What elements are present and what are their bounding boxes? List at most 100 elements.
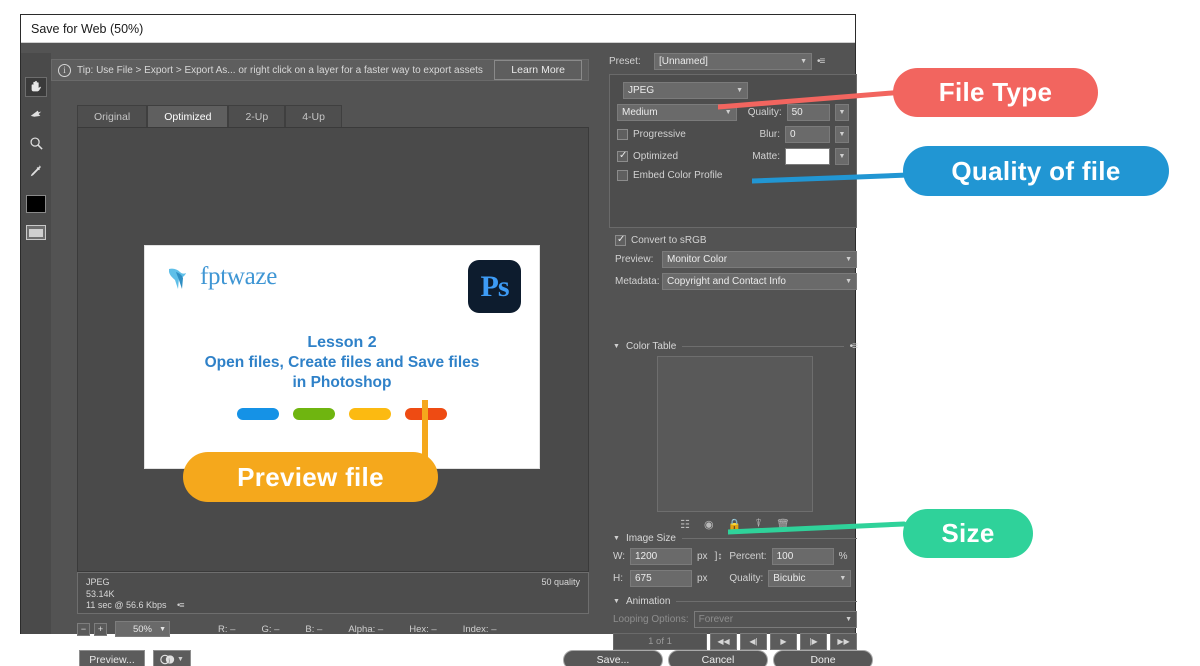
percent-unit: % — [838, 551, 848, 562]
zoom-level-select[interactable]: 50% ▼ — [115, 621, 170, 637]
matte-dropdown[interactable]: ▼ — [835, 148, 849, 165]
toggle-slices-visibility-icon[interactable] — [26, 225, 46, 240]
preset-panel-menu-icon[interactable]: •≡ — [817, 56, 825, 67]
info-icon: i — [58, 63, 71, 77]
progressive-row: Progressive Blur: 0 ▼ — [617, 126, 849, 143]
learn-more-button[interactable]: Learn More — [494, 60, 582, 80]
info-quality: 50 quality — [541, 577, 580, 587]
preview-button[interactable]: Preview... — [79, 650, 145, 666]
divider — [681, 538, 857, 539]
metadata-row: Metadata: Copyright and Contact Info ▼ — [615, 273, 857, 290]
height-unit: px — [697, 573, 708, 584]
resample-quality-value: Bicubic — [773, 573, 806, 584]
width-input[interactable]: 1200 — [630, 548, 692, 565]
pill-yellow — [349, 408, 391, 420]
browser-select-button[interactable]: i ▼ — [153, 650, 191, 666]
pill-green — [293, 408, 335, 420]
callout-file-type: File Type — [893, 68, 1098, 117]
zoom-in-button[interactable]: + — [94, 622, 107, 636]
dialog-titlebar: Save for Web (50%) — [21, 15, 855, 43]
preview-canvas[interactable]: fptwaze Ps Lesson 2 Open files, Create f… — [77, 127, 589, 572]
chevron-down-icon[interactable]: ▼ — [613, 535, 620, 542]
preview-file-leader-line — [422, 400, 428, 460]
animation-title: Animation — [625, 596, 671, 607]
info-format: JPEG — [86, 577, 110, 587]
chevron-down-icon: ▼ — [845, 256, 852, 263]
percent-value: 100 — [776, 551, 794, 562]
convert-to-srgb-checkbox[interactable] — [615, 234, 626, 246]
tip-bar: i Tip: Use File > Export > Export As... … — [51, 59, 589, 81]
animation-panel: ▼ Animation Looping Options: Forever ▼ 1… — [613, 596, 857, 650]
width-unit: px — [697, 551, 708, 562]
height-input[interactable]: 675 — [630, 570, 692, 587]
convert-srgb-row: Convert to sRGB — [615, 234, 857, 246]
metadata-value: Copyright and Contact Info — [667, 276, 786, 287]
matte-label: Matte: — [752, 151, 780, 162]
resample-quality-select[interactable]: Bicubic ▼ — [768, 570, 852, 587]
readout-b: B: – — [305, 623, 323, 635]
matte-color-swatch[interactable] — [785, 148, 830, 165]
animation-header: ▼ Animation — [613, 596, 857, 607]
info-menu-icon[interactable]: •≡ — [177, 600, 184, 612]
image-size-title: Image Size — [625, 533, 676, 544]
preset-select[interactable]: [Unnamed] ▼ — [654, 53, 812, 70]
color-table-menu-icon[interactable]: •≡ — [850, 341, 858, 352]
last-frame-button[interactable]: ▶▶ — [830, 633, 857, 650]
zoom-tool-icon[interactable] — [25, 133, 47, 153]
tab-original[interactable]: Original — [77, 105, 148, 127]
embed-color-profile-checkbox[interactable] — [617, 170, 628, 181]
zoom-out-button[interactable]: − — [77, 622, 90, 636]
metadata-label: Metadata: — [615, 276, 660, 287]
percent-input[interactable]: 100 — [771, 548, 834, 565]
optimization-info: JPEG 53.14K 11 sec @ 56.6 Kbps •≡ 50 qua… — [77, 572, 589, 614]
next-frame-button[interactable]: |▶ — [800, 633, 827, 650]
color-table-swatches[interactable] — [657, 356, 813, 512]
readout-alpha: Alpha: – — [348, 623, 384, 635]
chevron-down-icon: ▼ — [839, 575, 847, 582]
tab-4up[interactable]: 4-Up — [285, 105, 342, 127]
color-management-group: Convert to sRGB Preview: Monitor Color ▼… — [615, 234, 857, 295]
color-table-panel: ▼ Color Table •≡ ☷ ◉ 🔒 ⍒ 🗑 — [613, 341, 858, 531]
file-format-value: JPEG — [628, 85, 655, 96]
tab-optimized[interactable]: Optimized — [147, 105, 229, 127]
done-button[interactable]: Done — [773, 650, 873, 666]
embed-color-profile-label: Embed Color Profile — [633, 170, 723, 181]
settings-panel: Preset: [Unnamed] ▼ •≡ JPEG ▼ Medium ▼ Q… — [609, 53, 858, 650]
preview-label: Preview: — [615, 254, 654, 265]
chevron-down-icon: ▼ — [159, 625, 166, 633]
eyedropper-tool-icon[interactable] — [25, 161, 47, 181]
save-button[interactable]: Save... — [563, 650, 663, 666]
blur-stepper[interactable]: ▼ — [835, 126, 849, 143]
quantize-icon[interactable]: ☷ — [680, 518, 690, 531]
play-button[interactable]: ▶ — [770, 633, 797, 650]
metadata-select[interactable]: Copyright and Contact Info ▼ — [662, 273, 857, 290]
blur-value: 0 — [790, 129, 796, 140]
size-leader-line — [728, 521, 907, 535]
foreground-color-swatch[interactable] — [26, 195, 46, 213]
readout-r: R: – — [218, 623, 236, 635]
first-frame-button[interactable]: ◀◀ — [710, 633, 737, 650]
preview-color-select[interactable]: Monitor Color ▼ — [662, 251, 857, 268]
quality-preset-value: Medium — [622, 107, 658, 118]
hand-tool-icon[interactable] — [25, 77, 47, 97]
readout-g: G: – — [261, 623, 280, 635]
previous-frame-button[interactable]: ◀| — [740, 633, 767, 650]
quality-leader-line — [752, 172, 911, 184]
blur-value-field[interactable]: 0 — [785, 126, 830, 143]
looping-options-value: Forever — [698, 614, 734, 625]
chevron-down-icon[interactable]: ▼ — [613, 343, 620, 350]
lesson-heading: Lesson 2 Open files, Create files and Sa… — [145, 332, 539, 393]
tab-2up[interactable]: 2-Up — [228, 105, 286, 127]
progressive-checkbox[interactable] — [617, 129, 628, 140]
frame-counter: 1 of 1 — [613, 633, 707, 650]
browser-icon: i — [160, 654, 175, 664]
divider — [676, 601, 857, 602]
chain-link-icon[interactable]: ]↕ — [715, 551, 723, 562]
optimized-checkbox[interactable] — [617, 150, 628, 162]
web-shift-icon[interactable]: ◉ — [704, 518, 714, 531]
preset-label: Preset: — [609, 56, 641, 67]
cancel-button[interactable]: Cancel — [668, 650, 768, 666]
lesson-title: Lesson 2 — [307, 334, 377, 351]
chevron-down-icon[interactable]: ▼ — [613, 598, 620, 605]
slice-select-tool-icon[interactable] — [25, 105, 47, 125]
